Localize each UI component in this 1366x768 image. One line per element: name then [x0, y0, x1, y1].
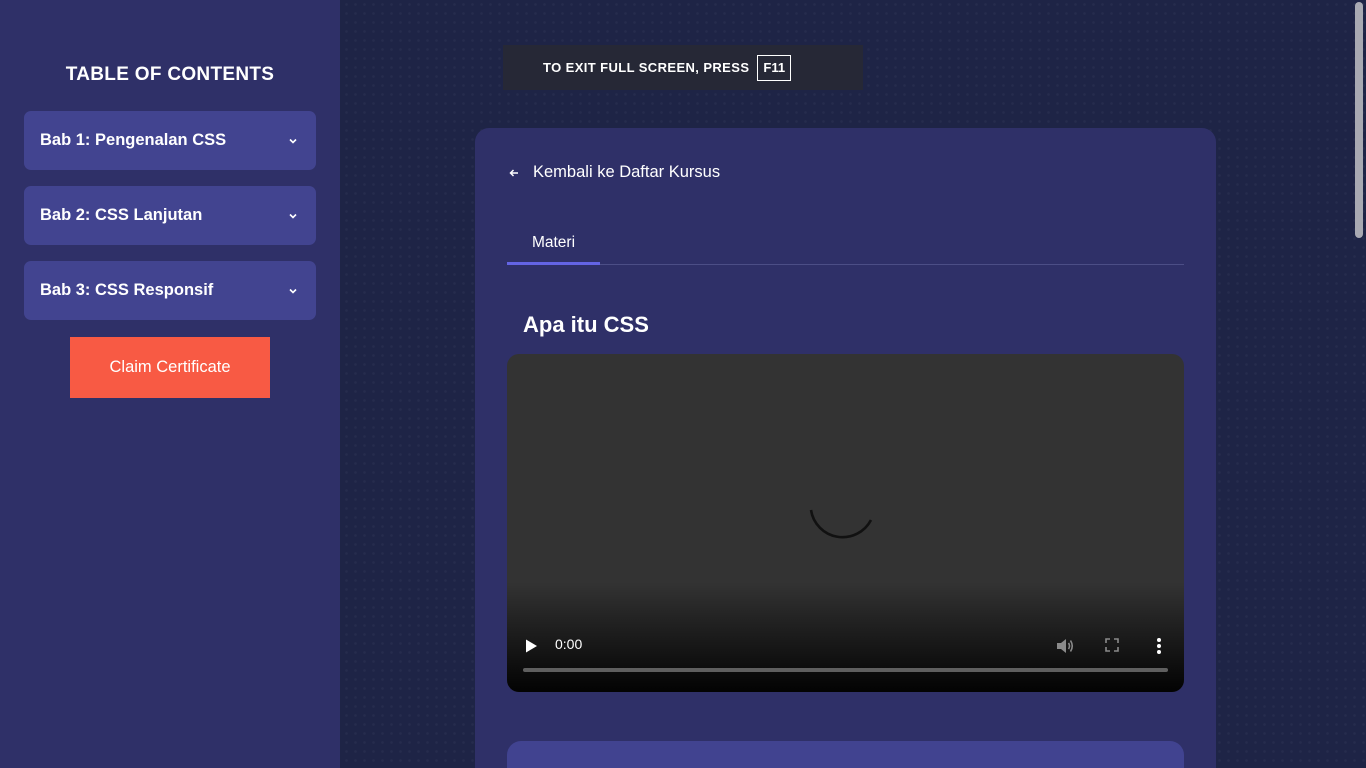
video-controls: 0:00: [507, 630, 1184, 660]
claim-certificate-button[interactable]: Claim Certificate: [70, 337, 270, 398]
fullscreen-notice-text: TO EXIT FULL SCREEN, PRESS: [543, 60, 750, 75]
chapter-label: Bab 3: CSS Responsif: [40, 281, 214, 299]
chapter-item-3[interactable]: Bab 3: CSS Responsif: [24, 261, 316, 320]
arrow-left-icon: [509, 167, 521, 179]
video-player[interactable]: 0:00: [507, 354, 1184, 692]
video-time: 0:00: [555, 636, 583, 652]
video-progress-bar[interactable]: [523, 668, 1168, 672]
scrollbar-thumb[interactable]: [1355, 2, 1363, 238]
toc-title: TABLE OF CONTENTS: [65, 64, 275, 85]
next-section-card: [507, 741, 1184, 768]
play-icon[interactable]: [523, 638, 539, 654]
chapter-item-1[interactable]: Bab 1: Pengenalan CSS: [24, 111, 316, 170]
page-scrollbar[interactable]: [1351, 0, 1366, 768]
back-to-courses-link[interactable]: Kembali ke Daftar Kursus: [509, 163, 720, 182]
chapter-label: Bab 2: CSS Lanjutan: [40, 206, 203, 224]
lesson-card: Kembali ke Daftar Kursus Materi Apa itu …: [475, 128, 1216, 768]
lesson-title: Apa itu CSS: [523, 312, 649, 337]
fullscreen-notice: TO EXIT FULL SCREEN, PRESS F11: [503, 45, 863, 90]
volume-icon[interactable]: [1055, 636, 1075, 656]
chevron-down-icon: [288, 211, 298, 221]
tab-bar: Materi: [507, 224, 1184, 265]
sidebar: TABLE OF CONTENTS Bab 1: Pengenalan CSS …: [0, 0, 340, 768]
loading-spinner-icon: [809, 509, 873, 539]
chapter-item-2[interactable]: Bab 2: CSS Lanjutan: [24, 186, 316, 245]
fullscreen-key-badge: F11: [757, 54, 792, 81]
back-link-label: Kembali ke Daftar Kursus: [533, 163, 721, 181]
more-options-icon[interactable]: [1153, 636, 1165, 656]
chevron-down-icon: [288, 136, 298, 146]
chapter-label: Bab 1: Pengenalan CSS: [40, 131, 227, 149]
fullscreen-icon[interactable]: [1104, 637, 1120, 653]
chevron-down-icon: [288, 286, 298, 296]
tab-materi[interactable]: Materi: [507, 224, 600, 265]
